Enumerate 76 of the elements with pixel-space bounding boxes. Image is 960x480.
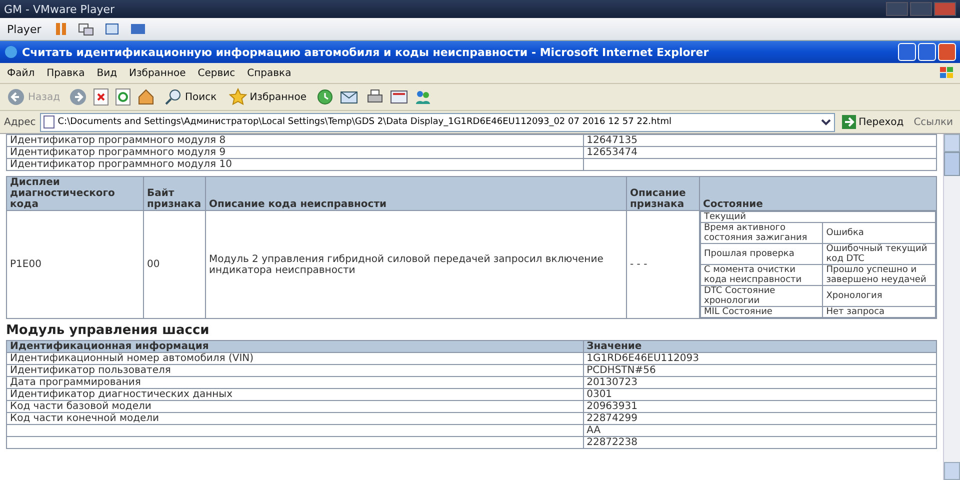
table-cell: Прошлая проверка — [700, 244, 823, 264]
restore-button[interactable] — [918, 43, 936, 61]
table-cell: Нет запроса — [822, 306, 936, 318]
table-cell: Идентификатор диагностических данных — [6, 388, 584, 400]
stop-icon[interactable] — [93, 88, 110, 106]
table-cell: DTC Состояние хронологии — [700, 286, 823, 306]
table-cell: MIL Состояние — [700, 306, 823, 318]
table-cell: Код части базовой модели — [6, 400, 584, 412]
home-icon[interactable] — [137, 88, 156, 106]
edit-icon[interactable] — [390, 88, 408, 106]
table-cell: 1G1RD6E46EU112093 — [583, 352, 936, 364]
search-icon — [164, 88, 182, 106]
column-header: Состояние — [700, 176, 936, 210]
table-cell: С момента очистки кода неисправности — [700, 264, 823, 286]
window-title: GM - VMware Player — [4, 2, 115, 16]
table-cell: Ошибка — [822, 222, 936, 244]
table-cell: 00 — [144, 210, 206, 318]
scrollbar[interactable] — [943, 134, 960, 480]
fullscreen-icon[interactable] — [104, 22, 120, 36]
search-button[interactable]: Поиск — [161, 85, 220, 109]
table-cell: Идентификатор программного модуля 10 — [6, 158, 584, 170]
column-header: Дисплеи диагностического кода — [6, 176, 144, 210]
table-cell: 22872238 — [583, 436, 936, 448]
section-heading: Модуль управления шасси — [6, 323, 210, 338]
column-header: Описание признака — [626, 176, 700, 210]
messenger-icon[interactable] — [414, 88, 432, 106]
devices-icon[interactable] — [78, 22, 94, 36]
table-cell: Идентификационный номер автомобиля (VIN) — [6, 352, 584, 364]
table-cell: P1E00 — [6, 210, 144, 318]
table-cell: Прошло успешно и завершено неудачей — [822, 264, 936, 286]
address-label: Адрес — [4, 116, 36, 128]
table-cell: Дата программирования — [6, 376, 584, 388]
table-cell: Время активного состояния зажигания — [700, 222, 823, 244]
windows-flag-icon — [938, 65, 956, 81]
table-cell: Идентификатор программного модуля 8 — [6, 134, 584, 146]
table-cell: Ошибочный текущий код DTC — [822, 244, 936, 264]
menu-item[interactable]: Вид — [94, 68, 120, 78]
table-cell: 12653474 — [583, 146, 936, 158]
refresh-icon[interactable] — [115, 88, 132, 106]
table-cell: - - - — [626, 210, 700, 318]
column-header: Значение — [583, 340, 936, 352]
page-icon — [42, 115, 55, 129]
menu-item[interactable]: Правка — [44, 68, 88, 78]
table-cell: 22874299 — [583, 412, 936, 424]
star-icon — [228, 88, 247, 106]
browser-logo-icon — [4, 45, 18, 59]
player-menu-button[interactable]: Player — [4, 22, 44, 36]
column-header: Байт признака — [144, 176, 206, 210]
column-header: Описание кода неисправности — [206, 176, 626, 210]
column-header: Идентификационная информация — [6, 340, 584, 352]
table-cell: Идентификатор программного модуля 9 — [6, 146, 584, 158]
window-title: Считать идентификационную информацию автомобиля и коды неисправности - Microsoft Internet Explorer — [22, 46, 710, 58]
menu-item[interactable]: Сервис — [194, 68, 238, 78]
table-cell: 0301 — [583, 388, 936, 400]
table-cell: Хронология — [822, 286, 936, 306]
scroll-thumb[interactable] — [944, 152, 960, 176]
address-field[interactable]: C:\Documents and Settings\Администратор\Local Settings\Temp\GDS 2\Data Display_1G1RD6E46EU112093_02 07 2016 12 57 22.html — [40, 112, 835, 132]
links-button[interactable]: Ссылки — [910, 116, 956, 128]
menu-item[interactable]: Избранное — [126, 68, 189, 78]
table-cell: AA — [583, 424, 936, 436]
table-cell: Модуль 2 управления гибридной силовой передачей запросил включение индикатора неисправности — [206, 210, 626, 318]
menu-item[interactable]: Файл — [4, 68, 38, 78]
table-cell: 12647135 — [583, 134, 936, 146]
go-arrow-icon — [842, 115, 856, 129]
table-cell: Идентификатор пользователя — [6, 364, 584, 376]
table-cell: Код части конечной модели — [6, 412, 584, 424]
table-cell: PCDHSTN#56 — [583, 364, 936, 376]
table-cell: 20130723 — [583, 376, 936, 388]
table-cell: 20963931 — [583, 400, 936, 412]
menu-item[interactable]: Справка — [244, 68, 294, 78]
history-icon[interactable] — [316, 88, 334, 106]
pause-icon[interactable] — [54, 22, 68, 36]
unity-icon[interactable] — [130, 22, 146, 36]
go-button[interactable]: Переход — [838, 110, 907, 134]
table-cell: Текущий — [700, 212, 936, 222]
favorites-button[interactable]: Избранное — [226, 85, 310, 109]
